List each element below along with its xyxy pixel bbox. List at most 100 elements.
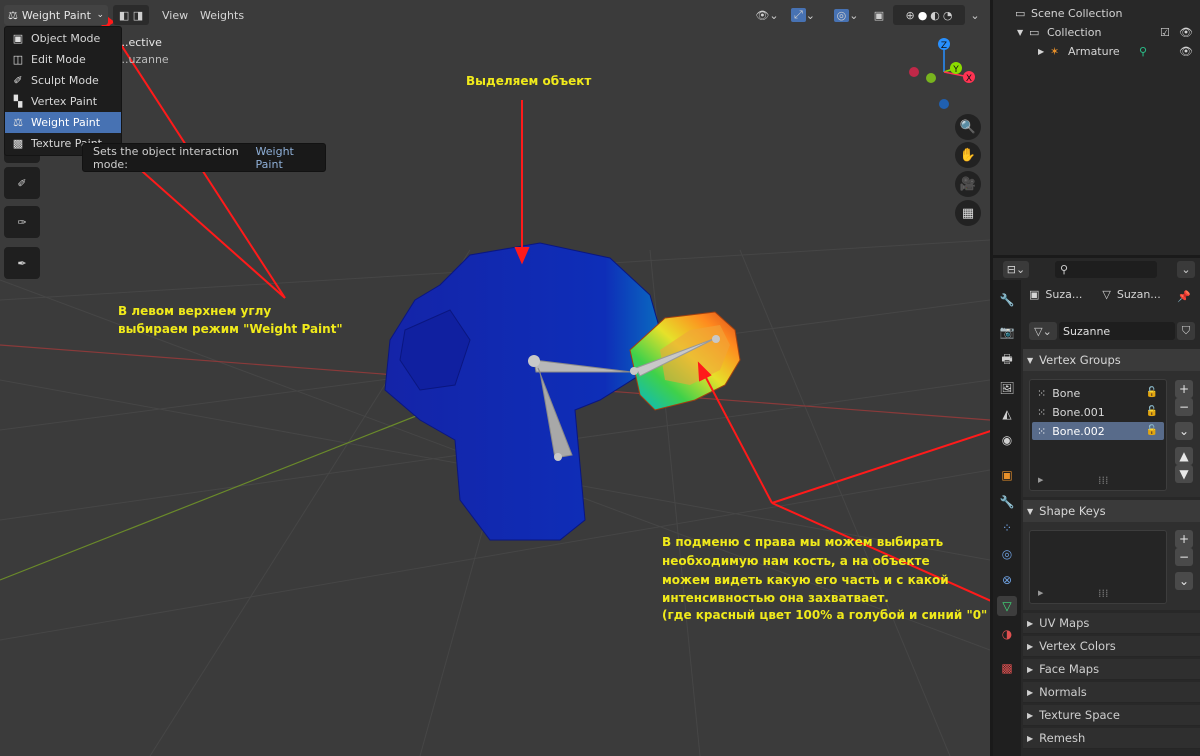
- panel-texture-space[interactable]: ▶ Texture Space: [1023, 705, 1200, 726]
- move-up-button[interactable]: ▲: [1175, 447, 1193, 465]
- material-shading-icon[interactable]: ◐: [930, 9, 940, 22]
- annotation-mode-hint-1: В левом верхнем углу: [118, 304, 272, 318]
- menu-weights[interactable]: Weights: [195, 5, 249, 25]
- fake-user-shield-icon[interactable]: ⛉: [1177, 322, 1195, 340]
- rendered-shading-icon[interactable]: ◔: [943, 9, 953, 22]
- expand-arrow-icon[interactable]: ▼: [1017, 28, 1029, 37]
- mesh-name-field[interactable]: Suzanne: [1059, 322, 1175, 340]
- pin-icon[interactable]: 📌: [1177, 290, 1191, 303]
- checkbox-icon[interactable]: ☑: [1160, 26, 1170, 39]
- menu-view[interactable]: View: [157, 5, 193, 25]
- suzanne-mesh[interactable]: [384, 242, 741, 541]
- lock-icon[interactable]: 🔓: [1146, 425, 1158, 436]
- vertex-group-item[interactable]: ⁙ Bone.001 🔓: [1032, 403, 1164, 421]
- mode-selector-label: Weight Paint: [21, 8, 91, 22]
- add-vertex-group-button[interactable]: +: [1175, 380, 1193, 398]
- lock-icon[interactable]: 🔓: [1146, 387, 1158, 398]
- texture-paint-icon: ▩: [12, 137, 24, 150]
- vertex-group-name: Bone.001: [1052, 405, 1105, 419]
- menu-item-object-mode[interactable]: ▣ Object Mode: [5, 28, 121, 49]
- list-resize-grip[interactable]: ⁞⁞⁞: [1098, 474, 1109, 487]
- menu-item-edit-mode[interactable]: ◫ Edit Mode: [5, 49, 121, 70]
- remove-shape-key-button[interactable]: −: [1175, 548, 1193, 566]
- lock-icon[interactable]: 🔓: [1146, 406, 1158, 417]
- annotation-submenu-4: интенсивностью она захватвает.: [662, 591, 889, 605]
- shape-keys-header[interactable]: ▼ Shape Keys: [1023, 500, 1200, 522]
- pan-hand-icon[interactable]: ✋: [955, 142, 981, 168]
- xray-icon[interactable]: ▣: [870, 5, 888, 25]
- mode-dropdown-menu: ▣ Object Mode ◫ Edit Mode ✐ Sculpt Mode ▚ Ve…: [4, 26, 122, 156]
- menu-item-sculpt-mode[interactable]: ✐ Sculpt Mode: [5, 70, 121, 91]
- eye-icon[interactable]: 👁: [1179, 26, 1193, 39]
- outliner-row-armature[interactable]: ▶ ✶ Armature ⚲ 👁: [993, 42, 1200, 61]
- tool-sample[interactable]: ✑: [4, 206, 40, 238]
- viewport-canvas[interactable]: Z Y X: [0, 0, 990, 756]
- vertex-group-item[interactable]: ⁙ Bone.002 🔓: [1032, 422, 1164, 440]
- scene-tab-icon[interactable]: ◭: [997, 404, 1017, 424]
- breadcrumb: ▣ Suza... ▽ Suzan...: [1029, 288, 1161, 301]
- expand-arrow-icon[interactable]: ▶: [1038, 47, 1050, 56]
- add-shape-key-button[interactable]: +: [1175, 530, 1193, 548]
- vertex-groups-header[interactable]: ▼ Vertex Groups: [1023, 349, 1200, 371]
- particles-tab-icon[interactable]: ⁘: [997, 518, 1017, 538]
- panel-remesh[interactable]: ▶ Remesh: [1023, 728, 1200, 749]
- list-expand-icon[interactable]: ▶: [1038, 476, 1043, 484]
- navigation-gizmo[interactable]: Z Y X: [909, 38, 975, 109]
- material-tab-icon[interactable]: ◑: [997, 624, 1017, 644]
- object-tab-icon[interactable]: ▣: [997, 465, 1017, 485]
- render-tab-icon[interactable]: 📷: [997, 322, 1017, 342]
- eye-icon[interactable]: 👁: [1179, 45, 1193, 58]
- outliner[interactable]: ▭ Scene Collection ▼ ▭ Collection ☑ 👁 ▶ …: [993, 0, 1200, 255]
- wireframe-shading-icon[interactable]: ⊕: [905, 9, 914, 22]
- panel-label: Remesh: [1039, 731, 1086, 745]
- 3d-viewport[interactable]: Z Y X ⚖ Weight Paint ⌄ ◧ ◨ View Weights …: [0, 0, 990, 756]
- tool-tab-icon[interactable]: 🔧: [997, 290, 1017, 310]
- perspective-grid-icon[interactable]: ▦: [955, 200, 981, 226]
- list-resize-grip[interactable]: ⁞⁞⁞: [1098, 587, 1109, 600]
- search-input[interactable]: ⚲: [1055, 261, 1157, 278]
- mesh-data-tab-icon[interactable]: ▽: [997, 596, 1017, 616]
- remove-vertex-group-button[interactable]: −: [1175, 398, 1193, 416]
- zoom-icon[interactable]: 🔍: [955, 114, 981, 140]
- shading-modes[interactable]: ⊕ ● ◐ ◔: [893, 5, 965, 25]
- gizmo-toggle-icon[interactable]: ⤢ ⌄: [785, 5, 821, 25]
- shape-keys-list[interactable]: ▶ ⁞⁞⁞: [1029, 530, 1167, 604]
- panel-face-maps[interactable]: ▶ Face Maps: [1023, 659, 1200, 680]
- solid-shading-icon[interactable]: ●: [918, 9, 928, 22]
- modifier-tab-icon[interactable]: 🔧: [997, 492, 1017, 512]
- options-chevron[interactable]: ⌄: [1177, 261, 1195, 278]
- camera-icon[interactable]: 🎥: [955, 171, 981, 197]
- vertex-group-specials-button[interactable]: ⌄: [1175, 422, 1193, 440]
- pose-icon[interactable]: ⚲: [1139, 45, 1147, 58]
- visibility-icon[interactable]: 👁⌄: [752, 5, 782, 25]
- shape-key-specials-button[interactable]: ⌄: [1175, 572, 1193, 590]
- mode-selector-button[interactable]: ⚖ Weight Paint ⌄: [4, 5, 108, 25]
- mask-toggle-group[interactable]: ◧ ◨: [113, 5, 149, 25]
- tool-annotate[interactable]: ✒: [4, 247, 40, 279]
- output-tab-icon[interactable]: 🖶: [997, 350, 1017, 370]
- editor-type-icon[interactable]: ⊟⌄: [1003, 261, 1029, 278]
- panel-uv-maps[interactable]: ▶ UV Maps: [1023, 613, 1200, 634]
- vertex-groups-list[interactable]: ⁙ Bone 🔓 ⁙ Bone.001 🔓 ⁙ Bone.002 🔓 ▶ ⁞⁞⁞: [1029, 379, 1167, 491]
- outliner-row-collection[interactable]: ▼ ▭ Collection ☑ 👁: [993, 23, 1200, 42]
- outliner-row-scene-collection[interactable]: ▭ Scene Collection: [993, 4, 1200, 23]
- texture-tab-icon[interactable]: ▩: [997, 658, 1017, 678]
- tool-blur[interactable]: ✐: [4, 167, 40, 199]
- mesh-browse-button[interactable]: ▽⌄: [1029, 322, 1057, 340]
- vertex-group-name: Bone.002: [1052, 424, 1105, 438]
- overlays-icon[interactable]: ◎ ⌄: [828, 5, 864, 25]
- view-layer-tab-icon[interactable]: 🖼: [997, 378, 1017, 398]
- properties-editor[interactable]: ⊟⌄ ⚲ ⌄ 🔧 📷 🖶 🖼 ◭ ◉ ▣ 🔧 ⁘ ◎ ⊗ ▽ ◑ ▩ ▣ Suz…: [993, 258, 1200, 756]
- world-tab-icon[interactable]: ◉: [997, 430, 1017, 450]
- physics-tab-icon[interactable]: ◎: [997, 544, 1017, 564]
- panel-normals[interactable]: ▶ Normals: [1023, 682, 1200, 703]
- shading-options-chevron[interactable]: ⌄: [968, 5, 982, 25]
- menu-item-vertex-paint[interactable]: ▚ Vertex Paint: [5, 91, 121, 112]
- move-down-button[interactable]: ▼: [1175, 465, 1193, 483]
- menu-item-weight-paint[interactable]: ⚖ Weight Paint: [5, 112, 121, 133]
- annotation-submenu-3: можем видеть какую его часть и с какой: [662, 573, 949, 587]
- vertex-group-item[interactable]: ⁙ Bone 🔓: [1032, 384, 1164, 402]
- constraints-tab-icon[interactable]: ⊗: [997, 570, 1017, 590]
- list-expand-icon[interactable]: ▶: [1038, 589, 1043, 597]
- panel-vertex-colors[interactable]: ▶ Vertex Colors: [1023, 636, 1200, 657]
